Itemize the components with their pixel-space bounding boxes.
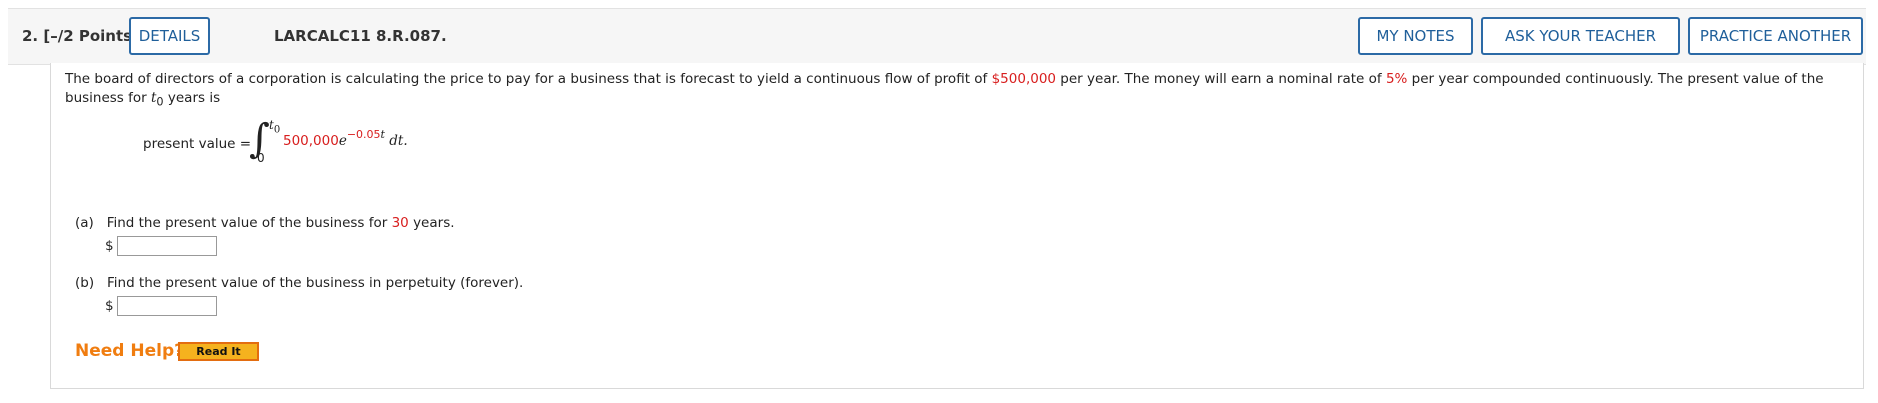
question-number: 2. — [22, 27, 39, 45]
question-points: 2. [–/2 Points] — [22, 27, 139, 45]
my-notes-button[interactable]: MY NOTES — [1358, 17, 1473, 55]
present-value-label: present value = — [143, 136, 252, 152]
integrand-exponent: −0.05t — [347, 128, 385, 141]
integrand-dt: dt. — [389, 133, 408, 149]
rate-value: 5% — [1385, 71, 1408, 87]
ask-your-teacher-button[interactable]: ASK YOUR TEACHER — [1481, 17, 1680, 55]
part-b-prompt: (b) Find the present value of the busine… — [75, 275, 523, 291]
integral-lower-limit: 0 — [257, 151, 265, 165]
upper-limit-sub: 0 — [273, 124, 281, 136]
details-button[interactable]: DETAILS — [129, 17, 210, 55]
t0-subscript: 0 — [156, 95, 164, 109]
part-a-currency: $ — [105, 238, 114, 254]
read-it-button[interactable]: Read It — [178, 342, 259, 361]
integrand-e: e — [338, 133, 347, 149]
statement-text: per year. The money will earn a nominal … — [1056, 71, 1386, 87]
part-b-currency: $ — [105, 298, 114, 314]
part-a-label: (a) — [75, 215, 94, 231]
statement-text: years is — [163, 90, 221, 106]
question-id: LARCALC11 8.R.087. — [274, 27, 447, 45]
part-a-text: Find the present value of the business f… — [106, 215, 392, 231]
points-label: [–/2 Points] — [43, 27, 139, 45]
part-a-prompt: (a) Find the present value of the busine… — [75, 215, 455, 231]
problem-statement: The board of directors of a corporation … — [65, 70, 1835, 112]
part-b-label: (b) — [75, 275, 95, 291]
need-help-label: Need Help? — [75, 341, 184, 361]
exponent-rate: −0.05 — [346, 128, 381, 141]
statement-text: The board of directors of a corporation … — [65, 71, 992, 87]
part-a-text-end: years. — [408, 215, 455, 231]
question-body: The board of directors of a corporation … — [50, 63, 1864, 389]
question-header: 2. [–/2 Points] DETAILS LARCALC11 8.R.08… — [8, 8, 1866, 65]
integral-upper-limit: t0 — [269, 118, 280, 135]
part-a-years: 30 — [391, 215, 409, 231]
part-b-answer-input[interactable] — [117, 296, 217, 316]
profit-value: $500,000 — [991, 71, 1057, 87]
part-a-answer-input[interactable] — [117, 236, 217, 256]
integrand-coefficient: 500,000 — [283, 133, 339, 149]
exponent-var: t — [380, 128, 385, 141]
integrand: 500,000e−0.05t dt. — [283, 128, 408, 149]
practice-another-button[interactable]: PRACTICE ANOTHER — [1688, 17, 1863, 55]
part-b-text: Find the present value of the business i… — [106, 275, 524, 291]
